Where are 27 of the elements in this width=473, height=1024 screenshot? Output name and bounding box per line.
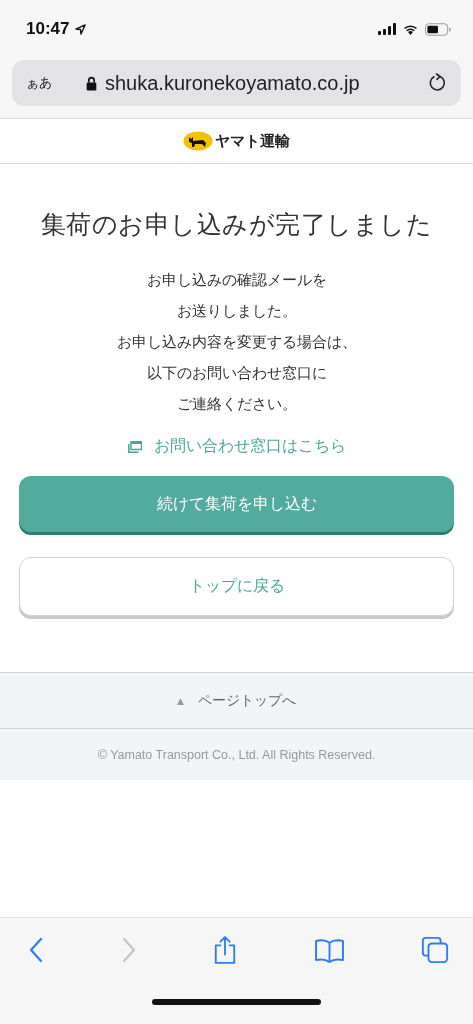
logo-icon (183, 131, 213, 151)
signal-icon (378, 23, 396, 35)
status-time: 10:47 (26, 19, 70, 39)
share-icon[interactable] (213, 935, 237, 965)
contact-link[interactable]: お問い合わせ窓口はこちら (127, 436, 346, 457)
reload-icon[interactable] (427, 73, 447, 93)
bookmarks-icon[interactable] (313, 937, 345, 963)
page-top-link[interactable]: ▲ ページトップへ (177, 691, 296, 710)
lock-icon (86, 75, 97, 91)
message-line: お送りしました。 (176, 301, 297, 322)
location-arrow-icon (75, 23, 87, 35)
tabs-icon[interactable] (421, 936, 449, 964)
back-icon[interactable] (28, 937, 44, 963)
logo-text: ヤマト運輸 (215, 131, 290, 151)
back-to-top-button[interactable]: トップに戻る (19, 557, 454, 616)
address-bar[interactable]: ぁあ shuka.kuronekoyamato.co.jp (12, 60, 461, 106)
text-size-button[interactable]: ぁあ (26, 74, 52, 92)
battery-icon (425, 22, 451, 36)
url-text: shuka.kuronekoyamato.co.jp (105, 71, 361, 95)
message-line: ご連絡ください。 (176, 394, 297, 415)
message-line: お申し込み内容を変更する場合は、 (116, 332, 357, 353)
copyright-text: © Yamato Transport Co., Ltd. All Rights Reserved. (97, 747, 376, 762)
new-window-icon (127, 440, 142, 453)
message-line: お申し込みの確認メールを (146, 270, 327, 291)
page-title: 集荷のお申し込みが完了しました (40, 209, 433, 241)
wifi-icon (402, 23, 419, 35)
message-line: 以下のお問い合わせ窓口に (146, 363, 327, 384)
